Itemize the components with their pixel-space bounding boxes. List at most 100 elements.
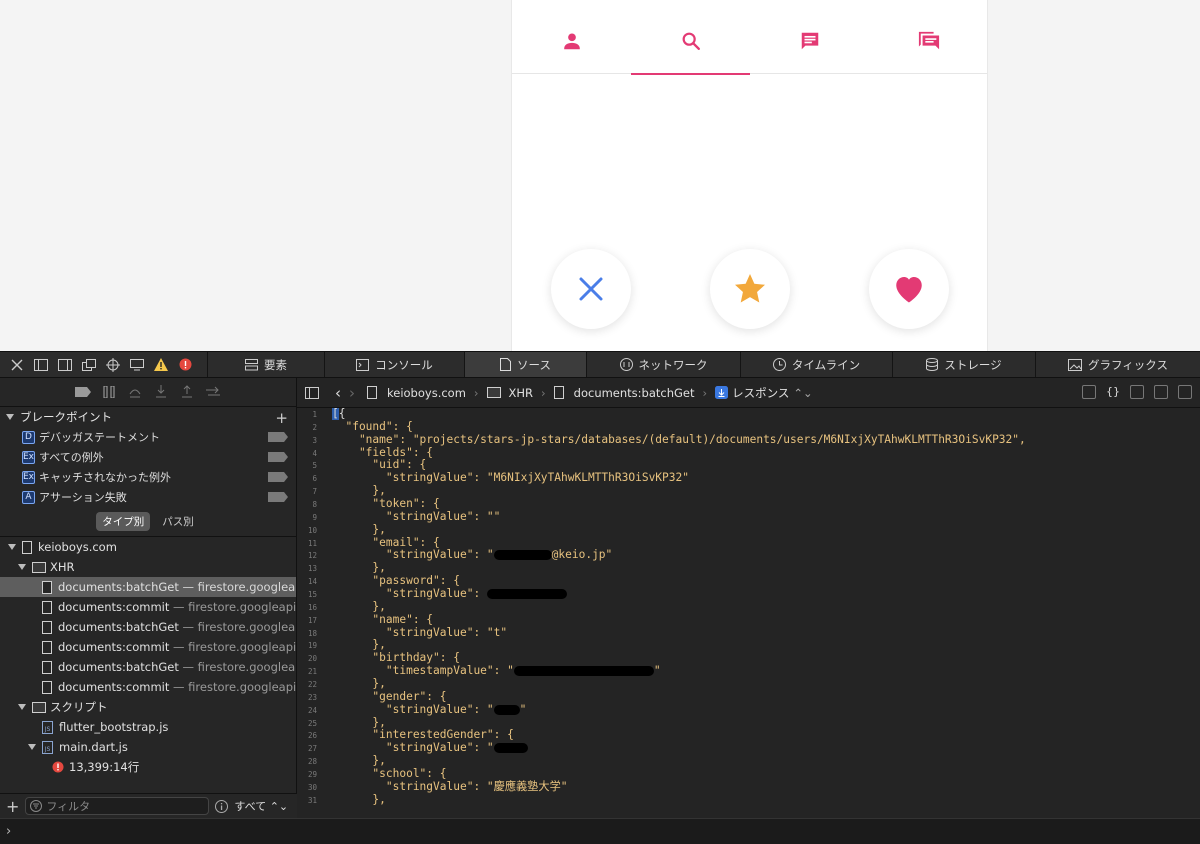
- add-breakpoint-icon[interactable]: +: [275, 409, 288, 427]
- disclosure-triangle-icon[interactable]: [6, 414, 14, 420]
- step-out-icon[interactable]: [179, 384, 195, 400]
- code-line: 16 },: [307, 599, 386, 613]
- tab-search[interactable]: [631, 30, 750, 75]
- crumb-separator-icon: ›: [541, 385, 546, 400]
- response-view-select[interactable]: レスポンス ⌃⌄: [715, 385, 813, 401]
- tab-elements[interactable]: 要素: [207, 352, 324, 377]
- js-file-icon: JS: [42, 720, 53, 734]
- elements-icon: [245, 358, 258, 370]
- close-inspector-icon[interactable]: [8, 356, 26, 374]
- code-line: 6 "stringValue": "M6NIxjXyTAhwKLMTThR3Oi…: [312, 471, 689, 485]
- error-icon[interactable]: [176, 356, 194, 374]
- step-icon[interactable]: [205, 384, 221, 400]
- console-prompt[interactable]: ›: [0, 818, 1200, 844]
- warning-icon[interactable]: [152, 356, 170, 374]
- breakpoint-label: アサーション失敗: [39, 491, 127, 504]
- code-line: 4 "fields": {: [312, 445, 434, 459]
- dock-left-icon[interactable]: [32, 356, 50, 374]
- breakpoint-uncaught-exceptions[interactable]: Ex キャッチされなかった例外: [0, 467, 296, 487]
- tree-resource[interactable]: documents:batchGet — firestore.googleapi…: [0, 577, 296, 597]
- app-preview: [511, 0, 988, 351]
- tree-resource[interactable]: documents:batchGet — firestore.googleapi…: [0, 617, 296, 637]
- tab-chat[interactable]: [869, 30, 988, 74]
- pause-icon[interactable]: [101, 384, 117, 400]
- disclosure-triangle-icon[interactable]: [18, 564, 26, 570]
- step-into-icon[interactable]: [153, 384, 169, 400]
- code-line: 1[{: [312, 408, 346, 420]
- disclosure-triangle-icon[interactable]: [28, 744, 36, 750]
- back-icon[interactable]: ‹: [335, 384, 341, 402]
- web-inspector: 要素 コンソール ソース ネットワーク タイムライン ストレージ グラフィックス: [0, 351, 1200, 844]
- app-tab-bar: [512, 0, 988, 75]
- inspector-toolbar: 要素 コンソール ソース ネットワーク タイムライン ストレージ グラフィックス: [0, 351, 1200, 378]
- disclosure-triangle-icon[interactable]: [18, 704, 26, 710]
- type-icon[interactable]: [1130, 385, 1144, 399]
- tab-label: ネットワーク: [638, 357, 708, 372]
- star-icon: [735, 274, 765, 303]
- breakpoint-flag-icon[interactable]: [268, 432, 288, 442]
- redaction: [493, 550, 552, 561]
- disclosure-triangle-icon[interactable]: [8, 544, 16, 550]
- like-button[interactable]: [869, 249, 949, 329]
- group-by-path-button[interactable]: パス別: [156, 512, 200, 531]
- document-icon: [22, 540, 32, 554]
- forward-icon[interactable]: ›: [349, 384, 355, 402]
- code-viewer[interactable]: 1[{ 2 "found": { 3 "name": "projects/sta…: [297, 408, 1200, 818]
- script-name: flutter_bootstrap.js: [59, 720, 169, 734]
- breakpoint-debugger-statements[interactable]: D デバッガステートメント: [0, 427, 296, 447]
- code-line: 27 "stringValue": ": [297, 741, 1200, 755]
- group-by-type-button[interactable]: タイプ別: [96, 512, 151, 531]
- crumb-folder[interactable]: XHR: [486, 386, 533, 400]
- breakpoint-flag-icon[interactable]: [268, 472, 288, 482]
- tree-folder-xhr[interactable]: XHR: [0, 557, 296, 577]
- coverage-icon[interactable]: [1154, 385, 1168, 399]
- tab-console[interactable]: コンソール: [324, 352, 464, 377]
- tab-message[interactable]: [750, 30, 869, 74]
- scope-value: すべて: [234, 800, 267, 813]
- info-icon[interactable]: [215, 799, 229, 813]
- sidebar-footer: + フィルタ すべて ⌃⌄: [0, 793, 297, 818]
- tab-network[interactable]: ネットワーク: [586, 352, 740, 377]
- crumb-file[interactable]: documents:batchGet: [553, 386, 695, 400]
- target-icon[interactable]: [104, 356, 122, 374]
- tree-script[interactable]: JS flutter_bootstrap.js: [0, 717, 296, 737]
- tree-resource[interactable]: documents:batchGet — firestore.googleapi…: [0, 657, 296, 677]
- tab-profile[interactable]: [512, 30, 631, 74]
- breakpoints-header[interactable]: ブレークポイント +: [0, 407, 296, 427]
- dock-right-icon[interactable]: [56, 356, 74, 374]
- copy-icon[interactable]: [1082, 385, 1096, 399]
- tab-sources[interactable]: ソース: [464, 352, 586, 377]
- tree-script[interactable]: JS main.dart.js: [0, 737, 296, 757]
- tree-domain[interactable]: keioboys.com: [0, 537, 296, 557]
- filter-input[interactable]: フィルタ: [25, 797, 210, 815]
- breakpoint-all-exceptions[interactable]: Ex すべての例外: [0, 447, 296, 467]
- dislike-button[interactable]: [551, 249, 631, 329]
- tab-storage[interactable]: ストレージ: [892, 352, 1035, 377]
- breakpoint-flag-icon[interactable]: [268, 452, 288, 462]
- tab-timeline[interactable]: タイムライン: [740, 352, 892, 377]
- breakpoint-assertion-failures[interactable]: A アサーション失敗: [0, 487, 296, 507]
- tree-issue[interactable]: 13,399:14行: [0, 757, 296, 777]
- breakpoint-flag-icon[interactable]: [268, 492, 288, 502]
- details-sidebar-icon[interactable]: [1178, 385, 1192, 399]
- pretty-print-icon[interactable]: {}: [1106, 385, 1120, 399]
- tree-resource[interactable]: documents:commit — firestore.googleapis.…: [0, 637, 296, 657]
- message-icon: [801, 32, 818, 50]
- add-icon[interactable]: +: [6, 797, 19, 816]
- navigation-sidebar: ブレークポイント + D デバッガステートメント Ex すべての例外 Ex キャ…: [0, 378, 297, 818]
- scope-select[interactable]: すべて ⌃⌄: [234, 798, 288, 814]
- resource-host: — firestore.googleapi...: [182, 620, 296, 634]
- crumb-domain[interactable]: keioboys.com: [367, 386, 466, 400]
- sidebar-toggle-icon[interactable]: [305, 386, 319, 399]
- breakpoint-label: すべての例外: [39, 451, 104, 464]
- breakpoint-toggle-icon[interactable]: [75, 384, 91, 400]
- person-icon: [563, 33, 580, 50]
- super-like-button[interactable]: [710, 249, 790, 329]
- tree-folder-scripts[interactable]: スクリプト: [0, 697, 296, 717]
- device-icon[interactable]: [128, 356, 146, 374]
- detach-icon[interactable]: [80, 356, 98, 374]
- tree-resource[interactable]: documents:commit — firestore.googleapis.…: [0, 597, 296, 617]
- tab-graphics[interactable]: グラフィックス: [1035, 352, 1200, 377]
- step-over-icon[interactable]: [127, 384, 143, 400]
- tree-resource[interactable]: documents:commit — firestore.googleapis.…: [0, 677, 296, 697]
